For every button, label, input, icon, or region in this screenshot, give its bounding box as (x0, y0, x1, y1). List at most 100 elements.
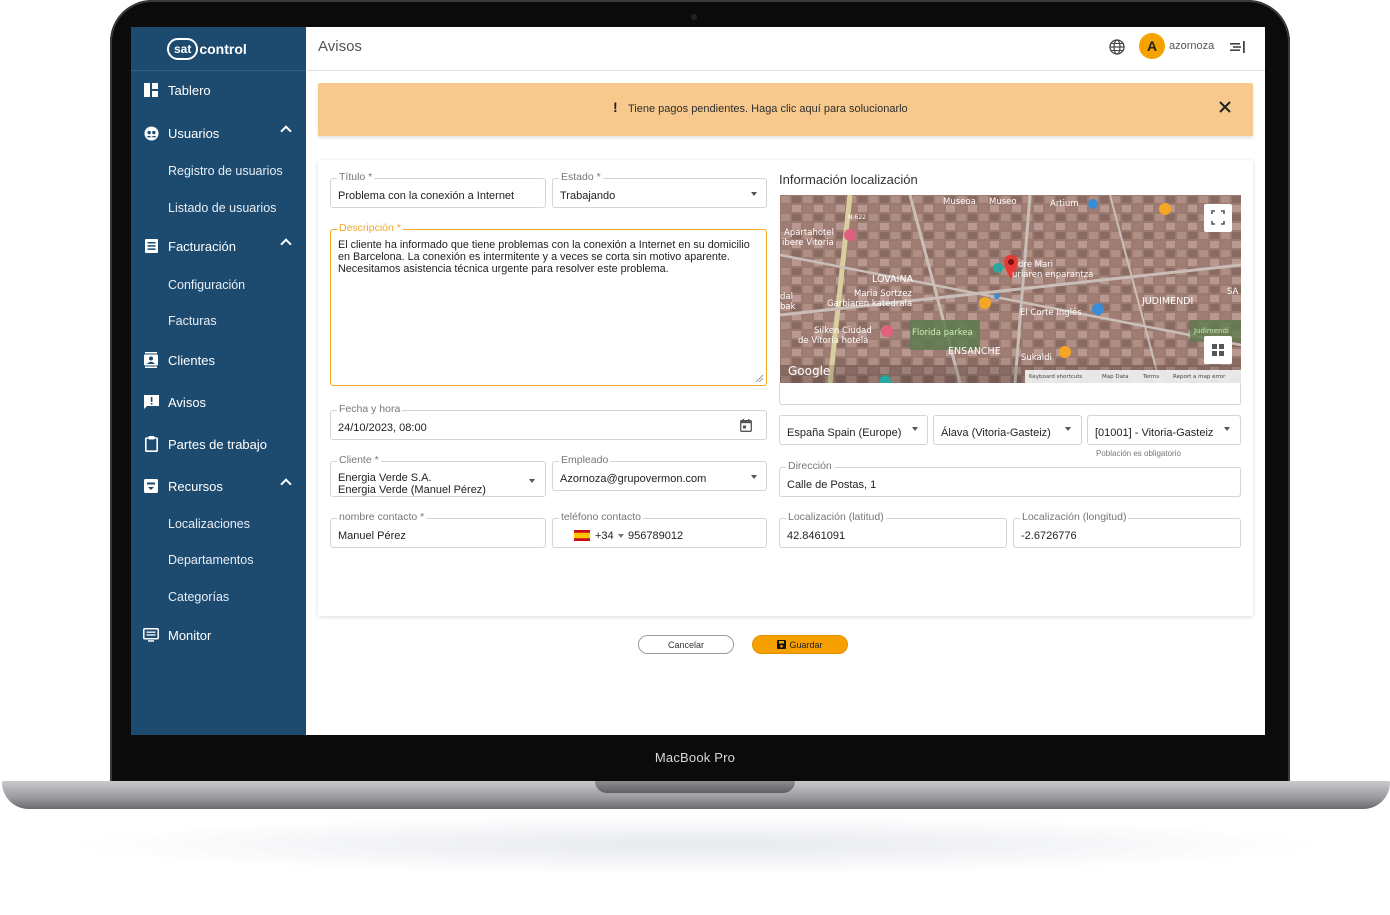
chevron-up-icon (280, 478, 292, 490)
payment-alert[interactable]: ! Tiene pagos pendientes. Haga clic aquí… (318, 83, 1253, 136)
chevron-down-icon (751, 475, 757, 479)
map-label: N-622 (848, 214, 866, 221)
estado-select[interactable]: Estado * Trabajando (552, 171, 767, 208)
sidebar-subitem-registro-usuarios[interactable]: Registro de usuarios (168, 164, 283, 178)
sidebar-item-label: Recursos (168, 478, 223, 494)
map-keyboard-shortcuts[interactable]: Keyboard shortcuts (1029, 374, 1082, 380)
map-label: JUDIMENDI (1141, 296, 1193, 307)
map-terms-link[interactable]: Terms (1142, 374, 1159, 380)
username[interactable]: azornoza (1169, 40, 1214, 52)
latitud-field[interactable]: Localización (latitud) 42.8461091 (779, 511, 1007, 548)
sidebar-item-label: Clientes (168, 352, 215, 368)
sidebar-subitem-configuracion[interactable]: Configuración (168, 278, 245, 292)
chevron-down-icon (618, 534, 624, 538)
map-view[interactable]: Museoa Museo Artium N-622 Apartahotel ib… (780, 195, 1241, 383)
clipboard-icon (143, 436, 159, 452)
logo[interactable]: sat control (131, 27, 306, 71)
sidebar-subitem-categorias[interactable]: Categorías (168, 590, 229, 604)
map-label: Museoa (943, 197, 976, 207)
sidebar-item-clientes[interactable]: Clientes (131, 342, 306, 378)
monitor-icon (143, 627, 159, 643)
spain-flag-icon[interactable] (574, 530, 590, 541)
map-label: bak (780, 302, 796, 312)
avatar[interactable]: A (1139, 33, 1165, 59)
descripcion-textarea[interactable]: Descripción * El cliente ha informado qu… (330, 222, 767, 386)
resources-icon (143, 478, 159, 494)
direccion-label: Dirección (786, 460, 834, 472)
save-icon (777, 640, 787, 649)
map-label: LOVAINA (872, 274, 914, 285)
fecha-field[interactable]: Fecha y hora 24/10/2023, 08:00 (330, 403, 767, 440)
city-required-note: Población es obligatorio (1096, 449, 1181, 458)
cliente-value-line1: Energia Verde S.A. (338, 472, 432, 484)
chevron-down-icon (751, 192, 757, 196)
cancel-button[interactable]: Cancelar (638, 635, 734, 654)
close-icon[interactable] (1217, 99, 1233, 115)
chevron-down-icon (912, 427, 918, 431)
sidebar: sat control Tablero Usuarios Registro de… (131, 27, 306, 735)
resize-handle-icon[interactable] (756, 375, 763, 382)
sidebar-subitem-listado-usuarios[interactable]: Listado de usuarios (168, 201, 276, 215)
fecha-label: Fecha y hora (337, 403, 403, 415)
map-report-error-link[interactable]: Report a map error (1173, 374, 1226, 380)
fullscreen-icon[interactable] (1204, 204, 1232, 232)
map-label: Apartahotel (784, 228, 834, 238)
menu-collapse-icon[interactable] (1230, 39, 1246, 55)
contacto-field[interactable]: nombre contacto * Manuel Pérez (330, 511, 546, 548)
sidebar-item-facturacion[interactable]: Facturación (131, 228, 306, 264)
city-select[interactable]: [01001] - Vitoria-Gasteiz (1087, 415, 1241, 445)
top-bar: Avisos A azornoza (306, 27, 1265, 71)
alert-message[interactable]: Tiene pagos pendientes. Haga clic aquí p… (628, 103, 908, 115)
sidebar-item-label: Facturación (168, 238, 236, 254)
sidebar-item-recursos[interactable]: Recursos (131, 468, 306, 504)
province-select[interactable]: Álava (Vitoria-Gasteiz) (933, 415, 1082, 445)
map-label: Museo (989, 197, 1017, 207)
sidebar-subitem-facturas[interactable]: Facturas (168, 314, 217, 328)
telefono-field[interactable]: teléfono contacto +34 956789012 (552, 511, 767, 548)
map-label: Artium (1050, 199, 1079, 209)
empleado-select[interactable]: Empleado Azornoza@grupovermon.com (552, 454, 767, 491)
cliente-select[interactable]: Cliente * Energia Verde S.A. Energia Ver… (330, 454, 546, 497)
sidebar-item-label: Monitor (168, 627, 212, 643)
latitud-value: 42.8461091 (787, 530, 846, 542)
sidebar-item-partes-trabajo[interactable]: Partes de trabajo (131, 426, 306, 462)
longitud-value: -2.6726776 (1021, 530, 1077, 542)
feedback-icon (143, 394, 159, 410)
map-label: dre Mari (1018, 260, 1053, 270)
contacts-icon (143, 352, 159, 368)
sidebar-subitem-departamentos[interactable]: Departamentos (168, 553, 253, 567)
sidebar-item-avisos[interactable]: Avisos (131, 384, 306, 420)
sidebar-item-usuarios[interactable]: Usuarios (131, 115, 306, 151)
sidebar-item-monitor[interactable]: Monitor (131, 617, 306, 653)
calendar-icon[interactable] (740, 419, 752, 432)
contacto-label: nombre contacto * (337, 511, 427, 523)
sidebar-subitem-localizaciones[interactable]: Localizaciones (168, 517, 250, 531)
dashboard-icon (143, 82, 159, 98)
map-label: Maria Sortzez (854, 289, 912, 299)
map-label: El Corte Inglés (1020, 307, 1082, 318)
map-type-icon[interactable] (1204, 336, 1232, 364)
direccion-value: Calle de Postas, 1 (787, 479, 877, 491)
direccion-field[interactable]: Dirección Calle de Postas, 1 (779, 460, 1241, 497)
city-value: [01001] - Vitoria-Gasteiz (1095, 427, 1214, 439)
map-data-link[interactable]: Map Data (1102, 374, 1129, 380)
fecha-value: 24/10/2023, 08:00 (338, 422, 427, 434)
country-select[interactable]: España Spain (Europe) (779, 415, 928, 445)
location-section-title: Información localización (779, 172, 918, 187)
sidebar-item-tablero[interactable]: Tablero (131, 72, 306, 108)
empleado-label: Empleado (559, 454, 611, 466)
map-canvas: Museoa Museo Artium N-622 Apartahotel ib… (780, 195, 1241, 383)
chevron-down-icon (529, 479, 535, 483)
map-label: de Vitoria hotela (798, 336, 868, 346)
titulo-field[interactable]: Título * Problema con la conexión a Inte… (330, 171, 546, 208)
longitud-label: Localización (longitud) (1020, 511, 1129, 523)
save-button[interactable]: Guardar (752, 635, 848, 654)
telefono-value: 956789012 (628, 530, 684, 542)
warning-icon: ! (613, 99, 618, 115)
laptop-notch (595, 781, 795, 793)
telefono-prefix[interactable]: +34 (595, 530, 614, 542)
longitud-field[interactable]: Localización (longitud) -2.6726776 (1013, 511, 1241, 548)
globe-icon[interactable] (1109, 39, 1125, 55)
map-label: ENSANCHE (948, 346, 1001, 357)
invoice-icon (143, 238, 159, 254)
